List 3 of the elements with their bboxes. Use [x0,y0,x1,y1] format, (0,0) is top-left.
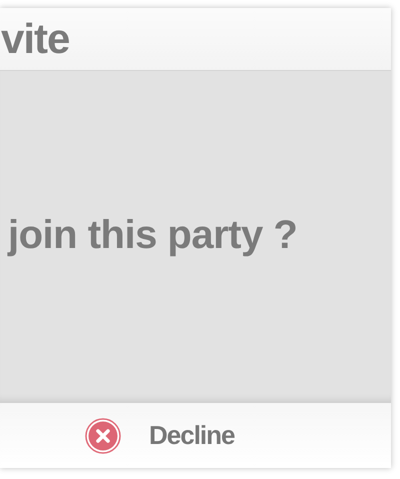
dialog-message: join this party ? [8,212,298,258]
dialog-title: vite [1,15,70,63]
close-icon [85,418,121,454]
